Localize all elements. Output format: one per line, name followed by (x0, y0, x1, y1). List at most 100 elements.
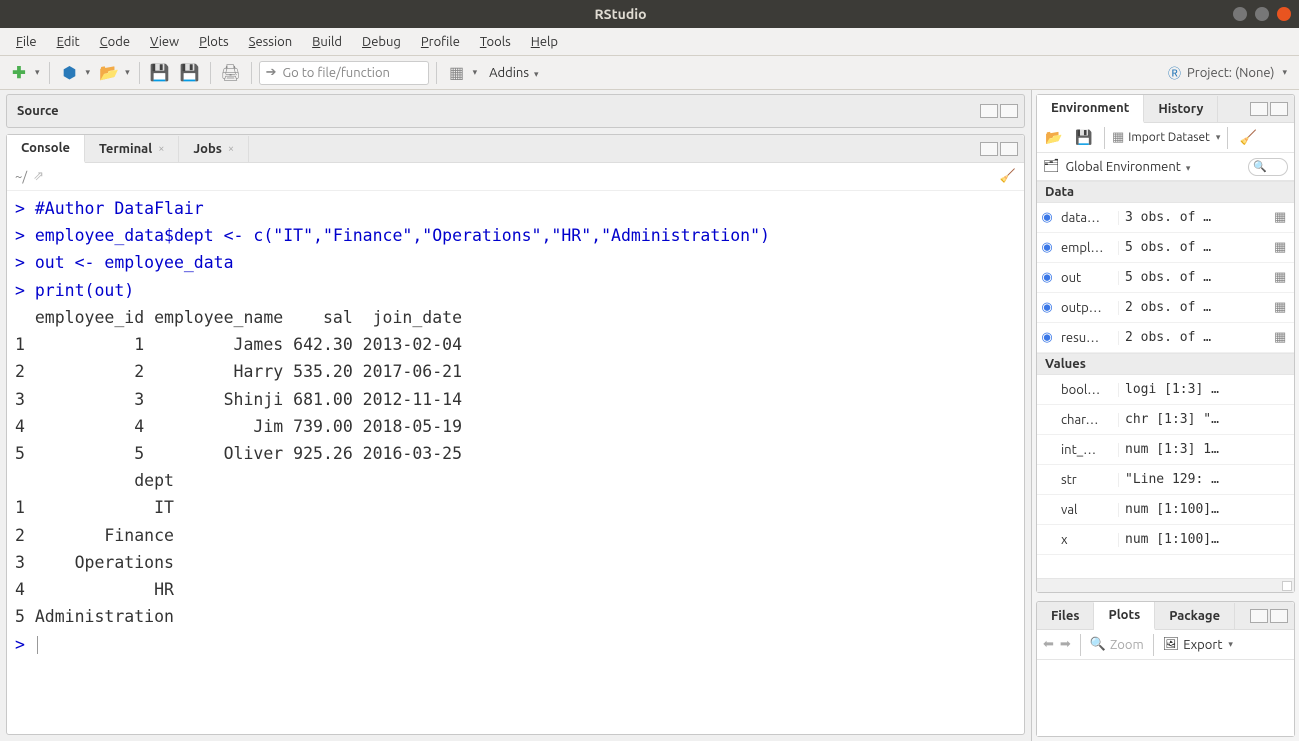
env-value-row[interactable]: char…chr [1:3] "… (1037, 405, 1294, 435)
expand-icon[interactable]: ◉ (1037, 270, 1057, 285)
tab-plots[interactable]: Plots (1094, 602, 1155, 630)
view-data-icon[interactable]: ▦ (1274, 240, 1294, 255)
env-data-row[interactable]: ◉empl…5 obs. of …▦ (1037, 233, 1294, 263)
scope-selector[interactable]: Global Environment ▾ (1066, 160, 1191, 174)
menu-plots[interactable]: Plots (191, 32, 237, 52)
env-var-name: out (1057, 271, 1119, 285)
project-selector[interactable]: Ⓡ Project: (None) ▾ (1162, 63, 1293, 82)
menu-file[interactable]: File (8, 32, 45, 52)
menu-view[interactable]: View (142, 32, 187, 52)
goto-file-input[interactable]: ➔ Go to file/function (259, 61, 429, 85)
menu-code[interactable]: Code (92, 32, 138, 52)
import-dataset-button[interactable]: ▦ Import Dataset ▾ (1112, 130, 1220, 145)
env-value-row[interactable]: xnum [1:100]… (1037, 525, 1294, 555)
plot-prev-icon[interactable]: ⬅ (1043, 637, 1054, 652)
console-cwd: ~/ (15, 170, 27, 184)
env-var-value: num [1:100]… (1119, 502, 1294, 517)
zoom-icon: 🔍 (1090, 637, 1106, 652)
load-workspace-icon[interactable]: 📂 (1041, 125, 1067, 151)
minimize-button[interactable] (1233, 7, 1247, 21)
env-var-value: 2 obs. of … (1119, 300, 1274, 315)
tab-console[interactable]: Console (7, 135, 85, 163)
tab-history[interactable]: History (1144, 96, 1218, 122)
menu-session[interactable]: Session (241, 32, 300, 52)
expand-icon[interactable]: ◉ (1037, 240, 1057, 255)
console-pane: Console Terminal× Jobs× ~/ ⇗ 🧹 > #Author… (6, 134, 1025, 735)
menubar: File Edit Code View Plots Session Build … (0, 28, 1299, 56)
pane-minimize-icon[interactable] (980, 142, 998, 156)
new-file-dropdown[interactable]: ▾ (33, 63, 42, 82)
menu-tools[interactable]: Tools (472, 32, 519, 52)
menu-debug[interactable]: Debug (354, 32, 409, 52)
expand-icon[interactable]: ◉ (1037, 330, 1057, 345)
tab-packages[interactable]: Package (1155, 603, 1235, 629)
menu-help[interactable]: Help (523, 32, 566, 52)
expand-icon[interactable]: ◉ (1037, 300, 1057, 315)
console-output[interactable]: > #Author DataFlair > employee_data$dept… (7, 191, 1024, 734)
env-var-name: int_… (1057, 443, 1119, 457)
save-workspace-icon[interactable]: 💾 (1071, 125, 1097, 151)
view-data-icon[interactable]: ▦ (1274, 210, 1294, 225)
environment-search[interactable]: 🔍 (1248, 158, 1288, 176)
open-file-dropdown[interactable]: ▾ (123, 63, 132, 82)
left-pane: Source Console Terminal× Jobs× ~/ ⇗ (0, 90, 1031, 741)
goto-arrow-icon: ➔ (266, 65, 277, 80)
environment-pane: Environment History 📂 💾 ▦ Import Dataset… (1036, 94, 1295, 593)
expand-icon[interactable]: ◉ (1037, 210, 1057, 225)
main-layout: Source Console Terminal× Jobs× ~/ ⇗ (0, 90, 1299, 741)
separator (139, 62, 140, 84)
tab-jobs[interactable]: Jobs× (179, 136, 249, 162)
pane-maximize-icon[interactable] (1270, 609, 1288, 623)
plots-tabs: Files Plots Package (1037, 602, 1294, 630)
view-data-icon[interactable]: ▦ (1274, 270, 1294, 285)
close-icon[interactable]: × (158, 143, 164, 155)
caret-down-icon: ▾ (1186, 163, 1191, 173)
main-toolbar: ✚ ▾ ⬢ ▾ 📂 ▾ 💾 💾 🖨 ➔ Go to file/function … (0, 56, 1299, 90)
clear-workspace-icon[interactable]: 🧹 (1235, 125, 1261, 151)
export-button[interactable]: 🖼Export▾ (1163, 637, 1233, 652)
tab-files[interactable]: Files (1037, 603, 1094, 629)
view-data-icon[interactable]: ▦ (1274, 300, 1294, 315)
environment-toolbar: 📂 💾 ▦ Import Dataset ▾ 🧹 (1037, 123, 1294, 153)
menu-profile[interactable]: Profile (413, 32, 468, 52)
pane-restore-icon[interactable] (980, 104, 998, 118)
horizontal-scrollbar[interactable] (1037, 578, 1294, 592)
goto-wd-icon[interactable]: ⇗ (33, 169, 44, 184)
pane-maximize-icon[interactable] (1000, 104, 1018, 118)
tab-terminal[interactable]: Terminal× (85, 136, 179, 162)
tab-environment[interactable]: Environment (1037, 95, 1144, 123)
pane-minimize-icon[interactable] (1250, 102, 1268, 116)
close-icon[interactable]: × (228, 143, 234, 155)
grid-icon[interactable]: ▦ (444, 60, 470, 86)
env-data-row[interactable]: ◉data…3 obs. of …▦ (1037, 203, 1294, 233)
new-project-dropdown[interactable]: ▾ (84, 63, 93, 82)
new-file-icon[interactable]: ✚ (6, 60, 32, 86)
env-var-value: num [1:100]… (1119, 532, 1294, 547)
clear-console-icon[interactable]: 🧹 (1000, 169, 1016, 184)
env-value-row[interactable]: bool…logi [1:3] … (1037, 375, 1294, 405)
maximize-button[interactable] (1255, 7, 1269, 21)
new-project-icon[interactable]: ⬢ (57, 60, 83, 86)
grid-dropdown[interactable]: ▾ (471, 63, 480, 82)
save-all-icon[interactable]: 💾 (177, 60, 203, 86)
env-data-row[interactable]: ◉outp…2 obs. of …▦ (1037, 293, 1294, 323)
menu-edit[interactable]: Edit (49, 32, 88, 52)
pane-maximize-icon[interactable] (1270, 102, 1288, 116)
pane-minimize-icon[interactable] (1250, 609, 1268, 623)
pane-maximize-icon[interactable] (1000, 142, 1018, 156)
open-file-icon[interactable]: 📂 (96, 60, 122, 86)
env-value-row[interactable]: int_…num [1:3] 1… (1037, 435, 1294, 465)
save-icon[interactable]: 💾 (147, 60, 173, 86)
env-value-row[interactable]: str"Line 129: … (1037, 465, 1294, 495)
view-data-icon[interactable]: ▦ (1274, 330, 1294, 345)
addins-menu[interactable]: Addins ▾ (483, 66, 544, 80)
menu-build[interactable]: Build (304, 32, 350, 52)
print-icon[interactable]: 🖨 (218, 60, 244, 86)
plot-next-icon[interactable]: ➡ (1060, 637, 1071, 652)
close-button[interactable] (1277, 7, 1291, 21)
zoom-button[interactable]: 🔍Zoom (1090, 637, 1144, 652)
env-value-row[interactable]: valnum [1:100]… (1037, 495, 1294, 525)
env-data-row[interactable]: ◉resu…2 obs. of …▦ (1037, 323, 1294, 353)
plots-pane: Files Plots Package ⬅ ➡ 🔍Zoom 🖼Export▾ (1036, 601, 1295, 737)
env-data-row[interactable]: ◉out5 obs. of …▦ (1037, 263, 1294, 293)
